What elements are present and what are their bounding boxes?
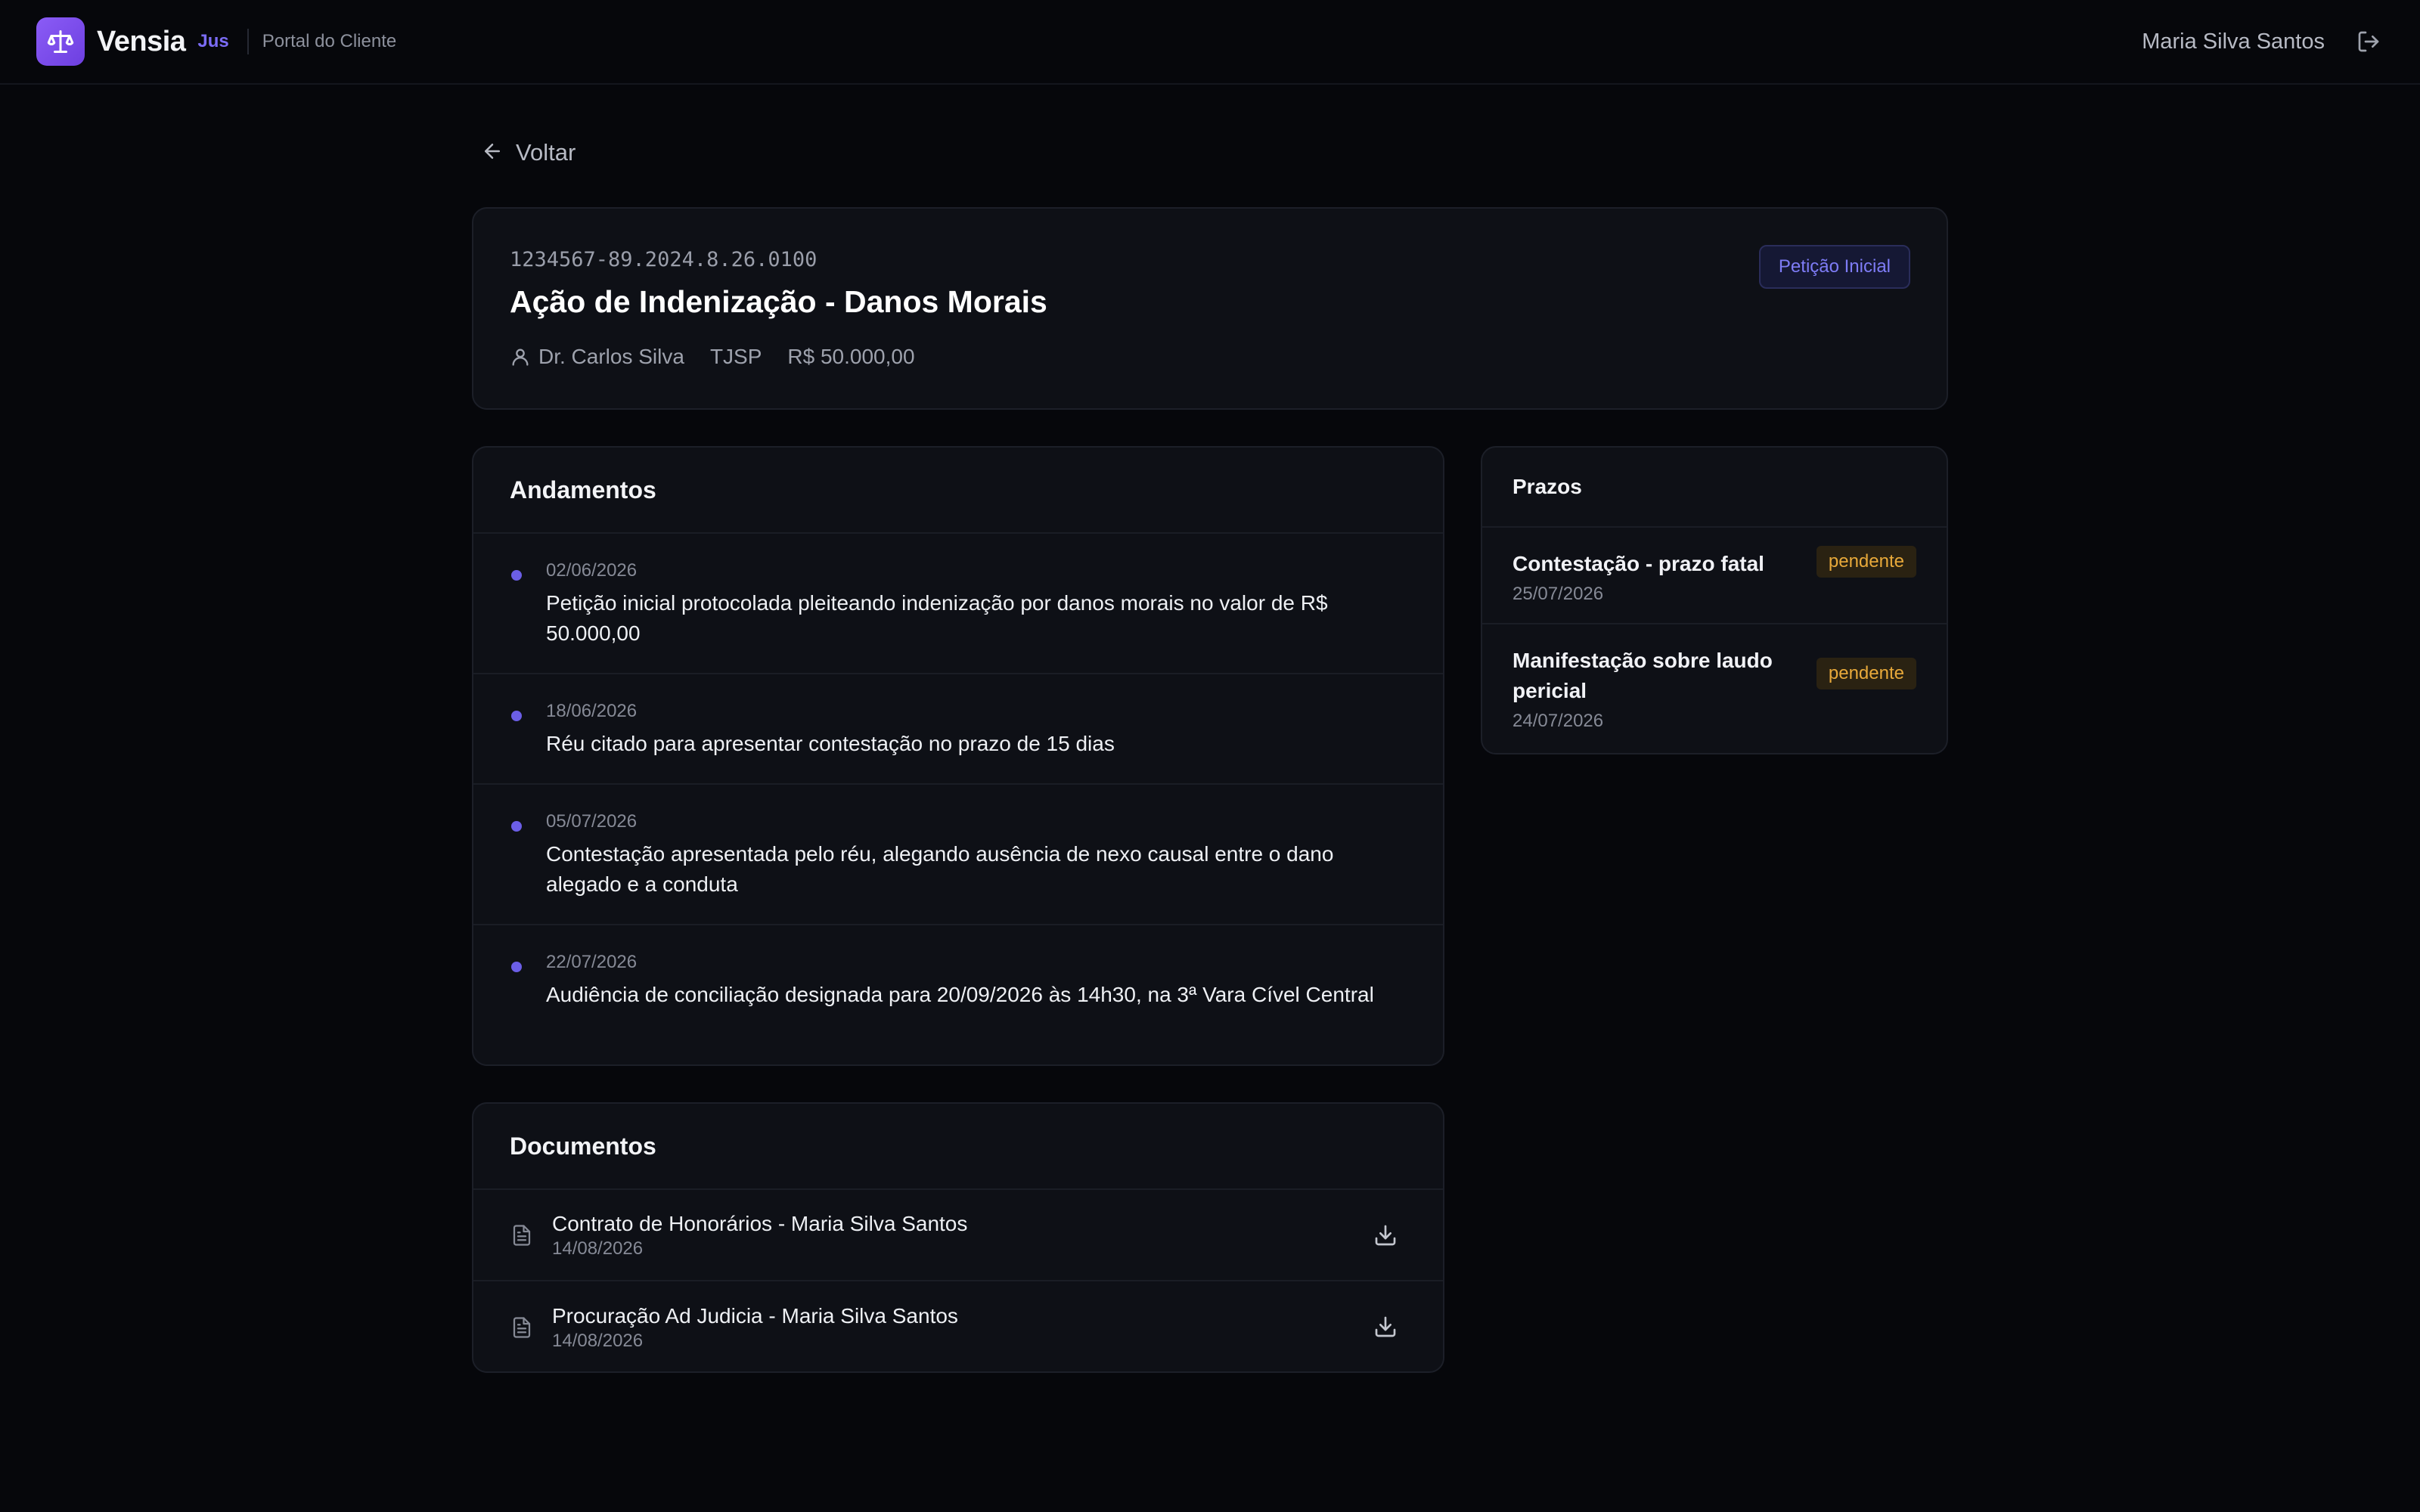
document-date: 14/08/2026: [552, 1330, 644, 1351]
case-lawyer: Dr. Carlos Silva: [510, 345, 684, 369]
move-text: Réu citado para apresentar contestação n…: [546, 732, 1115, 755]
brand[interactable]: Vensia Jus Portal do Cliente: [36, 17, 396, 66]
user-icon: [510, 346, 531, 367]
move-text: Contestação apresentada pelo réu, alegan…: [546, 842, 1334, 896]
move-item: 18/06/2026 Réu citado para apresentar co…: [473, 674, 1443, 785]
move-item: 22/07/2026 Audiência de conciliação desi…: [473, 925, 1443, 1034]
documents-title: Documentos: [510, 1132, 656, 1160]
document-name: Contrato de Honorários - Maria Silva San…: [552, 1211, 968, 1235]
timeline-dot: [511, 570, 522, 581]
document-date: 14/08/2026: [552, 1238, 644, 1259]
timeline-dot: [511, 962, 522, 972]
case-number: 1234567-89.2024.8.26.0100: [510, 248, 818, 271]
documents-header: Documentos: [473, 1104, 1443, 1190]
status-badge: pendente: [1816, 546, 1916, 578]
top-bar: Vensia Jus Portal do Cliente Maria Silva…: [0, 0, 2420, 85]
file-text-icon: [510, 1314, 534, 1341]
case-header-card: 1234567-89.2024.8.26.0100 Ação de Indeni…: [472, 207, 1948, 410]
user-name: Maria Silva Santos: [2142, 29, 2325, 54]
moves-title: Andamentos: [510, 476, 656, 503]
document-item[interactable]: Contrato de Honorários - Maria Silva San…: [473, 1190, 1443, 1281]
move-date: 05/07/2026: [546, 811, 638, 832]
deadline-item: Manifestação sobre laudo pericial 24/07/…: [1482, 624, 1947, 753]
moves-header: Andamentos: [473, 448, 1443, 534]
scale-icon: [36, 17, 85, 66]
deadline-title: Manifestação sobre laudo pericial: [1512, 649, 1773, 702]
timeline-dot: [511, 711, 522, 721]
download-icon[interactable]: [1370, 1312, 1401, 1342]
case-value: R$ 50.000,00: [787, 345, 915, 368]
deadline-item: Contestação - prazo fatal 25/07/2026 pen…: [1482, 528, 1947, 624]
move-item: 02/06/2026 Petição inicial protocolada p…: [473, 534, 1443, 674]
case-title: Ação de Indenização - Danos Morais: [510, 284, 1047, 319]
deadline-date: 24/07/2026: [1512, 711, 1604, 731]
case-lawyer-name: Dr. Carlos Silva: [538, 345, 684, 368]
case-phase-badge: Petição Inicial: [1758, 245, 1910, 289]
document-item[interactable]: Procuração Ad Judicia - Maria Silva Sant…: [473, 1281, 1443, 1373]
move-date: 18/06/2026: [546, 701, 638, 721]
logout-icon[interactable]: [2353, 26, 2384, 57]
timeline-dot: [511, 821, 522, 832]
move-date: 02/06/2026: [546, 560, 638, 581]
arrow-left-icon: [481, 140, 504, 166]
user-area: Maria Silva Santos: [2142, 26, 2384, 57]
brand-divider: [247, 29, 249, 54]
back-button[interactable]: Voltar: [481, 135, 576, 171]
documents-card: Documentos Contrato de Honorários - Mari…: [472, 1102, 1444, 1373]
download-icon[interactable]: [1370, 1220, 1401, 1250]
move-text: Petição inicial protocolada pleiteando i…: [546, 591, 1328, 645]
status-badge: pendente: [1816, 658, 1916, 689]
brand-name: Vensia: [97, 25, 186, 57]
document-info: Procuração Ad Judicia - Maria Silva Sant…: [552, 1303, 958, 1352]
brand-tag: Jus: [197, 31, 229, 51]
back-label: Voltar: [516, 139, 576, 166]
document-info: Contrato de Honorários - Maria Silva San…: [552, 1210, 967, 1260]
case-meta: Dr. Carlos Silva TJSP R$ 50.000,00: [510, 345, 915, 369]
move-date: 22/07/2026: [546, 952, 638, 972]
deadline-title: Contestação - prazo fatal: [1512, 552, 1764, 575]
deadlines-title: Prazos: [1512, 475, 1582, 498]
deadlines-header: Prazos: [1482, 448, 1947, 528]
document-name: Procuração Ad Judicia - Maria Silva Sant…: [552, 1303, 958, 1328]
move-item: 05/07/2026 Contestação apresentada pelo …: [473, 785, 1443, 925]
deadline-date: 25/07/2026: [1512, 584, 1604, 604]
portal-label: Portal do Cliente: [262, 31, 397, 51]
move-text: Audiência de conciliação designada para …: [546, 983, 1374, 1006]
moves-card: Andamentos 02/06/2026 Petição inicial pr…: [472, 446, 1444, 1066]
file-text-icon: [510, 1222, 534, 1249]
deadlines-card: Prazos Contestação - prazo fatal 25/07/2…: [1481, 446, 1948, 754]
case-court: TJSP: [709, 345, 762, 368]
